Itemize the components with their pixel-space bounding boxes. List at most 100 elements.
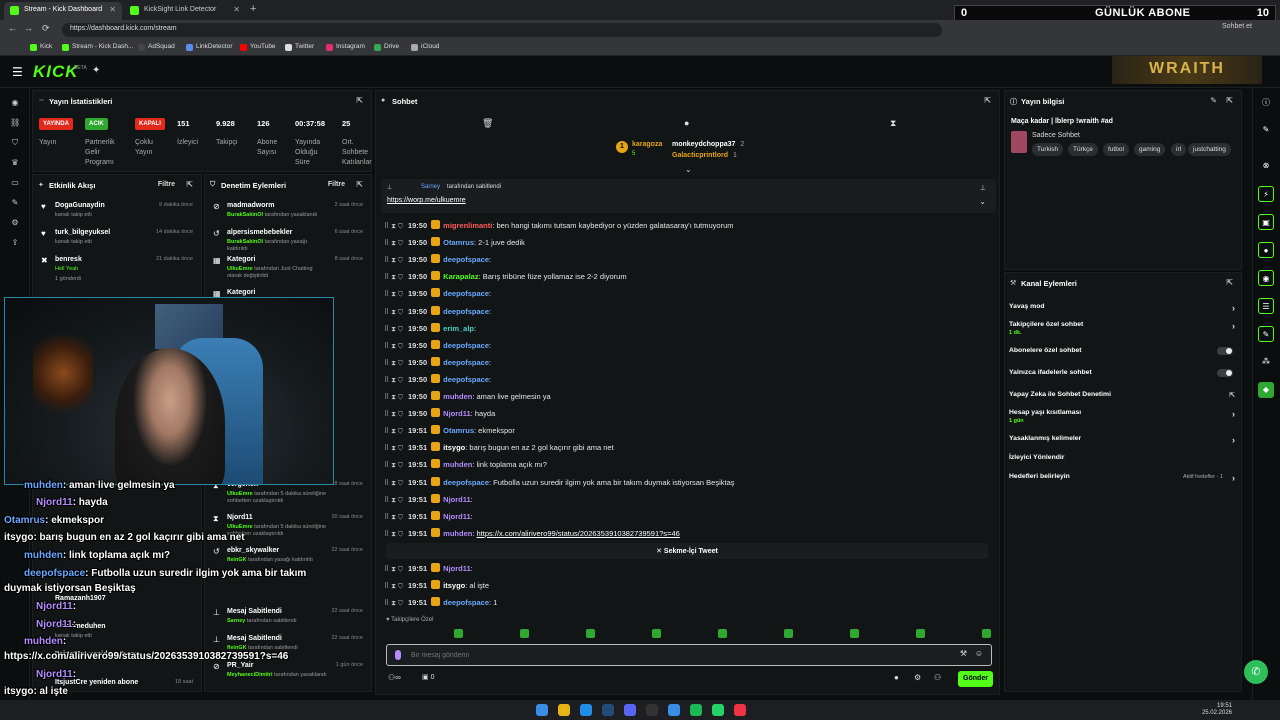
chat-users-icon[interactable]: ⚇∞ <box>388 673 401 682</box>
hourglass-icon[interactable]: ⧗ <box>890 118 896 129</box>
forward-icon[interactable]: → <box>24 23 33 33</box>
channel-action-item[interactable]: Yavaş mod › <box>1009 303 1237 313</box>
mod-actions-icon[interactable]: ⠿ ⧗ ⛉ <box>384 514 403 521</box>
mod-actions-icon[interactable]: ⠿ ⧗ ⛉ <box>384 480 403 487</box>
message-user[interactable]: deepofspace <box>443 307 489 316</box>
activity-user[interactable]: ItsjustCre yeniden abone <box>55 679 138 686</box>
app-icon[interactable] <box>734 704 746 716</box>
message-user[interactable]: Karapalaz <box>443 272 478 281</box>
emote-icon[interactable] <box>784 629 793 638</box>
bookmark-drive[interactable]: Drive <box>374 43 399 51</box>
moderation-target[interactable]: Kategori <box>227 289 255 296</box>
popout-icon[interactable]: ⇱ <box>186 180 193 189</box>
mod-actions-icon[interactable]: ⠿ ⧗ ⛉ <box>384 257 403 264</box>
popout-icon[interactable]: ⇱ <box>984 96 991 105</box>
bookmark-instagram[interactable]: Instagram <box>326 43 365 51</box>
mod-actions-icon[interactable]: ⠿ ⧗ ⛉ <box>384 223 403 230</box>
activity-user[interactable]: DogaGunaydin <box>55 202 105 209</box>
message-user[interactable]: muhden <box>443 529 472 538</box>
emote-icon[interactable] <box>586 629 595 638</box>
moderation-target[interactable]: alpersismebebekler <box>227 229 292 236</box>
message-user[interactable]: deepofspace <box>443 598 489 607</box>
emote-icon[interactable] <box>652 629 661 638</box>
bookmark-youtube[interactable]: YouTube <box>240 43 276 51</box>
reload-icon[interactable]: ⟳ <box>42 23 50 34</box>
message-user[interactable]: deepofspace <box>443 478 489 487</box>
popout-icon[interactable]: ⇱ <box>356 180 363 189</box>
trash-icon[interactable]: 🗑 <box>482 118 493 129</box>
obs-icon[interactable] <box>646 704 658 716</box>
mod-actions-icon[interactable]: ⠿ ⧗ ⛉ <box>384 462 403 469</box>
moderation-target[interactable]: Mesaj Sabitlendi <box>227 608 282 615</box>
mod-actions-icon[interactable]: ⠿ ⧗ ⛉ <box>384 497 403 504</box>
message-icon[interactable]: ● <box>1258 242 1274 258</box>
settings-icon[interactable]: ⚙ <box>914 673 921 682</box>
tag-chip[interactable]: futbol <box>1103 143 1129 156</box>
tab-stream-dashboard[interactable]: Stream - Kick Dashboard ✕ <box>4 2 122 20</box>
pin-icon[interactable]: ✦ <box>92 65 100 76</box>
start-icon[interactable] <box>536 704 548 716</box>
message-user[interactable]: deepofspace <box>443 289 489 298</box>
bookmark-linkdetector[interactable]: LinkDetector <box>186 43 233 51</box>
emoji-icon[interactable]: ☺ <box>975 649 983 658</box>
link-icon[interactable]: ⛓ <box>10 118 20 128</box>
message-user[interactable]: itsygo <box>443 443 465 452</box>
mod-actions-icon[interactable]: ⠿ ⧗ ⛉ <box>384 394 403 401</box>
emote-icon[interactable] <box>520 629 529 638</box>
steam-icon[interactable] <box>602 704 614 716</box>
shield-icon[interactable]: ⛉ <box>10 138 20 148</box>
mod-actions-icon[interactable]: ⠿ ⧗ ⛉ <box>384 411 403 418</box>
message-user[interactable]: Njord11 <box>443 564 471 573</box>
message-user[interactable]: itsygo <box>443 581 465 590</box>
bookmark-adsquad[interactable]: AdSquad <box>138 43 175 51</box>
leaderboard-user[interactable]: monkeydchoppa37 <box>672 141 735 148</box>
message-user[interactable]: Otamrus <box>443 426 474 435</box>
header-chat-button[interactable]: Sohbet et <box>1222 23 1252 30</box>
message-user[interactable]: deepofspace <box>443 341 489 350</box>
chevron-down-icon[interactable]: ⌄ <box>979 197 986 206</box>
close-tab-icon[interactable]: ✕ <box>233 5 240 14</box>
message-user[interactable]: Njord11 <box>443 409 471 418</box>
app-icon[interactable]: ◆ <box>1258 382 1274 398</box>
mod-actions-icon[interactable]: ⠿ ⧗ ⛉ <box>384 326 403 333</box>
bookmark-kick[interactable]: Kick <box>30 43 52 51</box>
emote-icon[interactable] <box>982 629 991 638</box>
mod-actions-icon[interactable]: ⠿ ⧗ ⛉ <box>384 428 403 435</box>
channel-action-item[interactable]: Yasaklanmış kelimeler › <box>1009 435 1237 445</box>
folder-icon[interactable] <box>558 704 570 716</box>
moderation-target[interactable]: ebkr_skywalker <box>227 547 279 554</box>
emote-icon[interactable] <box>454 629 463 638</box>
wrench-icon[interactable]: ✎ <box>1258 326 1274 342</box>
stream-category[interactable]: Sadece Sohbet <box>1032 132 1080 139</box>
message-link[interactable]: https://x.com/alirivero99/status/2026353… <box>477 529 680 538</box>
activity-user[interactable]: benresk <box>55 256 82 263</box>
whatsapp-icon[interactable] <box>712 704 724 716</box>
bolt-icon[interactable]: ⚡ <box>1258 186 1274 202</box>
message-user[interactable]: muhden <box>443 392 472 401</box>
floating-chat-button[interactable]: ✆ <box>1244 660 1268 684</box>
upload-icon[interactable]: ⇪ <box>10 238 20 248</box>
channel-action-item[interactable]: Yapay Zeka ile Sohbet Denetimi ⇱ <box>1009 391 1237 399</box>
channel-action-item[interactable]: Hesap yaşı kısıtlaması 1 gün › <box>1009 409 1237 424</box>
leaderboard-user[interactable]: Galacticprintlord <box>672 152 728 159</box>
message-user[interactable]: muhden <box>443 460 472 469</box>
message-user[interactable]: Otamrus <box>443 238 474 247</box>
bookmark-icloud[interactable]: iCloud <box>411 43 439 51</box>
mod-actions-icon[interactable]: ⠿ ⧗ ⛉ <box>384 274 403 281</box>
mod-actions-icon[interactable]: ⠿ ⧗ ⛉ <box>384 360 403 367</box>
back-icon[interactable]: ← <box>8 23 17 33</box>
message-user[interactable]: migrenlimanti <box>443 221 492 230</box>
message-user[interactable]: deepofspace <box>443 375 489 384</box>
trophy-icon[interactable]: ♛ <box>10 158 20 168</box>
close-tab-icon[interactable]: ✕ <box>109 5 116 14</box>
broadcast-icon[interactable]: ◉ <box>1258 270 1274 286</box>
mod-actions-icon[interactable]: ⠿ ⧗ ⛉ <box>384 240 403 247</box>
message-user[interactable]: Njord11 <box>443 512 471 521</box>
chat-mode-icon[interactable]: ● <box>684 118 689 128</box>
emote-icon[interactable] <box>850 629 859 638</box>
moderation-target[interactable]: Njord11 <box>227 514 253 521</box>
pinned-by-user[interactable]: Sarney <box>421 184 440 190</box>
channel-action-item[interactable]: İzleyici Yönlendir <box>1009 454 1237 461</box>
tag-chip[interactable]: irl <box>1171 143 1187 156</box>
channel-action-item[interactable]: Yalnızca ifadelerle sohbet <box>1009 369 1237 377</box>
